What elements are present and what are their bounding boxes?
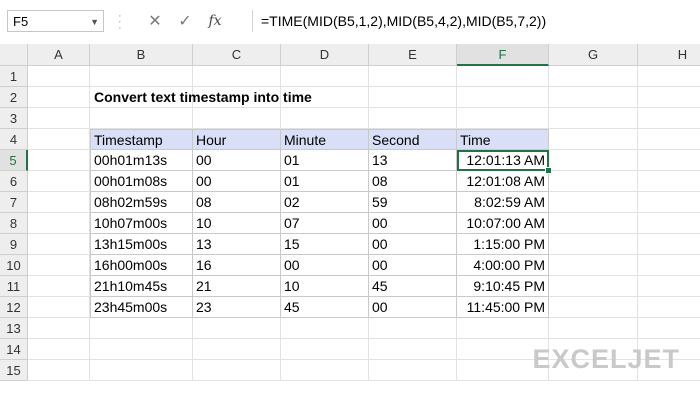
table-cell[interactable]: 00 bbox=[193, 150, 281, 171]
column-header-d[interactable]: D bbox=[281, 44, 369, 66]
table-cell[interactable]: 23h45m00s bbox=[90, 297, 193, 318]
table-cell[interactable]: 15 bbox=[281, 234, 369, 255]
row-header-11[interactable]: 11 bbox=[0, 276, 28, 297]
table-cell[interactable]: 21 bbox=[193, 276, 281, 297]
table-cell[interactable]: 00 bbox=[281, 255, 369, 276]
column-header-g[interactable]: G bbox=[549, 44, 638, 66]
table-cell[interactable]: 1:15:00 PM bbox=[457, 234, 549, 255]
table-cell[interactable]: 9:10:45 PM bbox=[457, 276, 549, 297]
table-cell[interactable]: 08h02m59s bbox=[90, 192, 193, 213]
table-cell[interactable]: 16h00m00s bbox=[90, 255, 193, 276]
enter-icon[interactable]: ✓ bbox=[170, 11, 200, 31]
table-cell[interactable]: 11:45:00 PM bbox=[457, 297, 549, 318]
table-cell[interactable]: 59 bbox=[369, 192, 457, 213]
table-cell[interactable]: 07 bbox=[281, 213, 369, 234]
grid-hline bbox=[28, 380, 700, 381]
row-header-4[interactable]: 4 bbox=[0, 129, 28, 150]
table-cell[interactable]: 23 bbox=[193, 297, 281, 318]
table-cell[interactable]: 45 bbox=[369, 276, 457, 297]
cancel-icon[interactable]: ✕ bbox=[140, 11, 170, 31]
column-header-h[interactable]: H bbox=[638, 44, 700, 66]
column-header-f[interactable]: F bbox=[457, 44, 549, 66]
table-cell[interactable]: 13 bbox=[193, 234, 281, 255]
grid-hline bbox=[28, 338, 700, 339]
row-header-3[interactable]: 3 bbox=[0, 108, 28, 129]
table-cell[interactable]: 00h01m13s bbox=[90, 150, 193, 171]
table-cell[interactable]: 13 bbox=[369, 150, 457, 171]
row-header-6[interactable]: 6 bbox=[0, 171, 28, 192]
insert-function-icon[interactable]: fx bbox=[200, 13, 230, 29]
name-box-value: F5 bbox=[13, 14, 29, 29]
brand-logo: EXCELJET bbox=[532, 344, 680, 374]
column-header-e[interactable]: E bbox=[369, 44, 457, 66]
table-header-cell[interactable]: Second bbox=[369, 129, 457, 150]
table-cell[interactable]: 10h07m00s bbox=[90, 213, 193, 234]
table-header-cell[interactable]: Minute bbox=[281, 129, 369, 150]
select-all-corner[interactable] bbox=[0, 44, 28, 66]
table-header-cell[interactable]: Timestamp bbox=[90, 129, 193, 150]
table-cell[interactable]: 13h15m00s bbox=[90, 234, 193, 255]
row-header-15[interactable]: 15 bbox=[0, 360, 28, 381]
table-cell[interactable]: 10 bbox=[193, 213, 281, 234]
table-cell[interactable]: 00 bbox=[193, 171, 281, 192]
table-cell[interactable]: 12:01:08 AM bbox=[457, 171, 549, 192]
drag-handle-icon[interactable]: · · · bbox=[118, 11, 122, 34]
column-header-c[interactable]: C bbox=[193, 44, 281, 66]
column-header-b[interactable]: B bbox=[90, 44, 193, 66]
row-header-1[interactable]: 1 bbox=[0, 66, 28, 87]
row-header-7[interactable]: 7 bbox=[0, 192, 28, 213]
table-cell[interactable]: 01 bbox=[281, 150, 369, 171]
table-cell[interactable]: 00 bbox=[369, 213, 457, 234]
fill-handle[interactable] bbox=[545, 167, 552, 174]
table-cell[interactable]: 00 bbox=[369, 255, 457, 276]
row-header-2[interactable]: 2 bbox=[0, 87, 28, 108]
table-cell[interactable]: 10:07:00 AM bbox=[457, 213, 549, 234]
table-cell[interactable]: 08 bbox=[193, 192, 281, 213]
row-header-9[interactable]: 9 bbox=[0, 234, 28, 255]
table-cell[interactable]: 02 bbox=[281, 192, 369, 213]
active-cell[interactable]: 12:01:13 AM bbox=[457, 150, 549, 171]
table-cell[interactable]: 45 bbox=[281, 297, 369, 318]
sheet-title: Convert text timestamp into time bbox=[94, 89, 312, 105]
row-header-10[interactable]: 10 bbox=[0, 255, 28, 276]
table-header-cell[interactable]: Hour bbox=[193, 129, 281, 150]
row-header-8[interactable]: 8 bbox=[0, 213, 28, 234]
table-header-cell[interactable]: Time bbox=[457, 129, 549, 150]
table-cell[interactable]: 00h01m08s bbox=[90, 171, 193, 192]
chevron-down-icon[interactable]: ▼ bbox=[90, 11, 99, 33]
table-cell[interactable]: 08 bbox=[369, 171, 457, 192]
table-cell[interactable]: 16 bbox=[193, 255, 281, 276]
column-header-a[interactable]: A bbox=[28, 44, 90, 66]
row-header-13[interactable]: 13 bbox=[0, 318, 28, 339]
table-cell[interactable]: 10 bbox=[281, 276, 369, 297]
row-header-14[interactable]: 14 bbox=[0, 339, 28, 360]
table-cell[interactable]: 21h10m45s bbox=[90, 276, 193, 297]
formula-input[interactable]: =TIME(MID(B5,1,2),MID(B5,4,2),MID(B5,7,2… bbox=[252, 10, 700, 32]
name-box[interactable]: F5 ▼ bbox=[7, 10, 104, 32]
table-cell[interactable]: 8:02:59 AM bbox=[457, 192, 549, 213]
table-cell[interactable]: 01 bbox=[281, 171, 369, 192]
row-header-5[interactable]: 5 bbox=[0, 150, 28, 171]
table-cell[interactable]: 00 bbox=[369, 234, 457, 255]
formula-bar: F5 ▼ · · · ✕ ✓ fx =TIME(MID(B5,1,2),MID(B5… bbox=[0, 0, 700, 45]
row-header-12[interactable]: 12 bbox=[0, 297, 28, 318]
table-cell[interactable]: 4:00:00 PM bbox=[457, 255, 549, 276]
table-cell[interactable]: 00 bbox=[369, 297, 457, 318]
grid-vline bbox=[637, 66, 638, 381]
formula-bar-buttons: ✕ ✓ fx bbox=[140, 10, 230, 32]
